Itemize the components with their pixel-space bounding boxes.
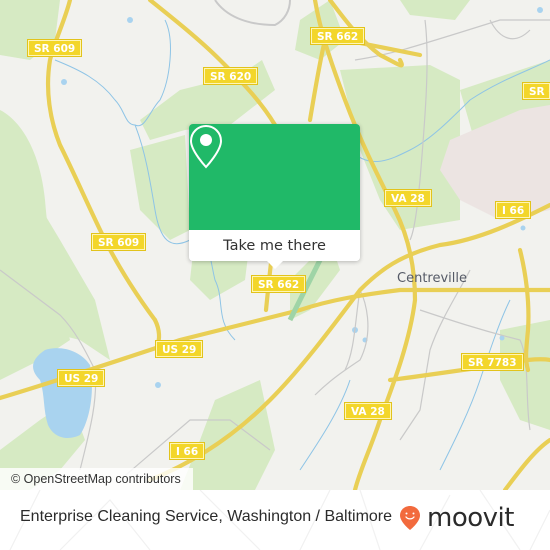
moovit-pin-smile-icon — [400, 506, 420, 530]
pond — [520, 225, 526, 231]
take-me-there-label: Take me there — [223, 237, 326, 254]
road-shield-us29-east: US 29 — [154, 340, 204, 358]
road-shield-va28-south: VA 28 — [344, 402, 392, 420]
road-shield-us29-west: US 29 — [56, 369, 106, 387]
moovit-logo[interactable]: moovit — [399, 503, 514, 533]
popup-header — [189, 124, 360, 230]
minor-road — [399, 269, 471, 441]
road-shield-sr662-south: SR 662 — [250, 275, 307, 293]
minor-road — [214, 0, 291, 27]
road-shield-i66-west: I 66 — [168, 442, 206, 460]
forest-area — [130, 135, 190, 240]
pond — [61, 79, 67, 85]
stream — [54, 19, 171, 127]
minor-road — [354, 19, 550, 61]
stream — [299, 379, 351, 471]
forest-area — [400, 0, 470, 20]
place-label-centreville: Centreville — [397, 271, 467, 286]
moovit-wordmark: moovit — [427, 503, 514, 533]
road-shield-i66-east: I 66 — [494, 201, 532, 219]
road-shield-sr609-south: SR 609 — [90, 233, 147, 251]
map-pin-icon — [189, 124, 223, 169]
take-me-there-button[interactable]: Take me there — [189, 230, 360, 261]
stream — [439, 299, 511, 471]
road-se-branch — [502, 437, 550, 490]
pond — [127, 17, 133, 23]
osm-attribution[interactable]: © OpenStreetMap contributors — [0, 468, 193, 490]
business-title: Enterprise Cleaning Service, Washington … — [20, 508, 393, 525]
road-shield-sr620: SR 620 — [202, 67, 259, 85]
road-shield-sr7783: SR 7783 — [461, 353, 524, 371]
pond — [537, 7, 543, 13]
road-shield-va28-north: VA 28 — [384, 189, 432, 207]
road-shield-sr-east-edge: SR 6 — [522, 82, 550, 100]
road-shield-sr609-north: SR 609 — [26, 39, 83, 57]
footer-bar: Enterprise Cleaning Service, Washington … — [0, 490, 550, 550]
minor-road — [489, 19, 531, 40]
popup-pointer — [267, 261, 283, 269]
road-shield-sr662-north: SR 662 — [309, 27, 366, 45]
minor-road — [314, 288, 369, 396]
take-me-there-popup[interactable]: Take me there — [189, 124, 360, 269]
pond — [155, 382, 161, 388]
map-view[interactable]: SR 609 SR 609 SR 620 SR 662 SR 662 SR 6 … — [0, 0, 550, 490]
